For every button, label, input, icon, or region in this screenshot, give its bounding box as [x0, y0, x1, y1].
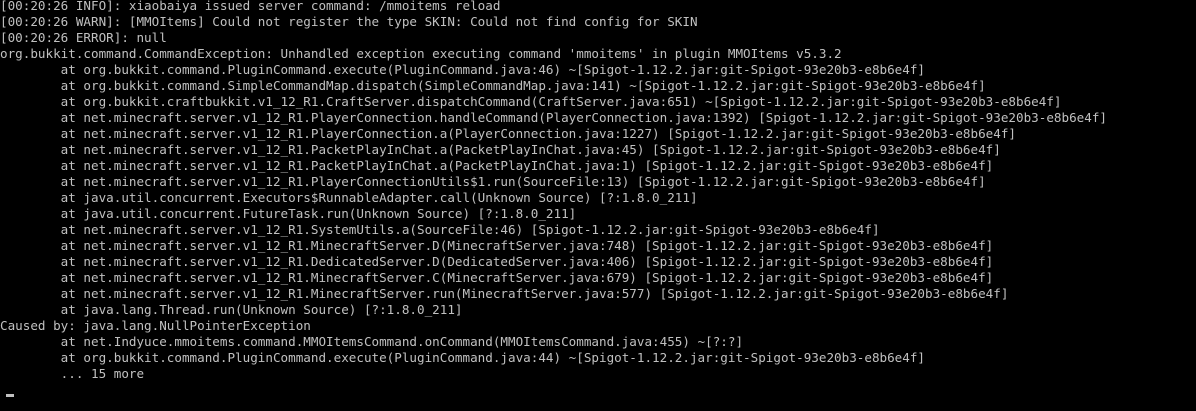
- log-line: at java.util.concurrent.FutureTask.run(U…: [0, 206, 577, 221]
- log-line: at org.bukkit.craftbukkit.v1_12_R1.Craft…: [0, 94, 1062, 109]
- log-line: at net.minecraft.server.v1_12_R1.SystemU…: [0, 222, 880, 237]
- log-line: ... 15 more: [0, 366, 145, 381]
- log-line: [00:20:26 ERROR]: null: [0, 30, 167, 45]
- log-line: at net.minecraft.server.v1_12_R1.Dedicat…: [0, 254, 994, 269]
- log-line: at org.bukkit.command.SimpleCommandMap.d…: [0, 78, 986, 93]
- log-line: Caused by: java.lang.NullPointerExceptio…: [0, 318, 311, 333]
- log-line: at net.minecraft.server.v1_12_R1.Minecra…: [0, 270, 994, 285]
- log-line: at net.minecraft.server.v1_12_R1.PlayerC…: [0, 110, 1107, 125]
- log-line: at net.minecraft.server.v1_12_R1.PacketP…: [0, 142, 1001, 157]
- log-line: at net.minecraft.server.v1_12_R1.Minecra…: [0, 238, 994, 253]
- log-line: at net.minecraft.server.v1_12_R1.PlayerC…: [0, 174, 986, 189]
- log-line: at net.Indyuce.mmoitems.command.MMOItems…: [0, 334, 744, 349]
- log-line: at java.lang.Thread.run(Unknown Source) …: [0, 302, 463, 317]
- log-line: at net.minecraft.server.v1_12_R1.Minecra…: [0, 286, 1009, 301]
- text-cursor[interactable]: [6, 394, 14, 397]
- log-line: org.bukkit.command.CommandException: Unh…: [0, 46, 842, 61]
- log-line: at java.util.concurrent.Executors$Runnab…: [0, 190, 698, 205]
- log-line: at org.bukkit.command.PluginCommand.exec…: [0, 62, 926, 77]
- log-line: [00:20:26 WARN]: [MMOItems] Could not re…: [0, 14, 698, 29]
- log-line: at org.bukkit.command.PluginCommand.exec…: [0, 350, 926, 365]
- log-line: at net.minecraft.server.v1_12_R1.PlayerC…: [0, 126, 1016, 141]
- log-line: [00:20:26 INFO]: xiaobaiya issued server…: [0, 0, 501, 13]
- log-line: at net.minecraft.server.v1_12_R1.PacketP…: [0, 158, 994, 173]
- console-window[interactable]: [00:20:26 INFO]: xiaobaiya issued server…: [0, 0, 1196, 411]
